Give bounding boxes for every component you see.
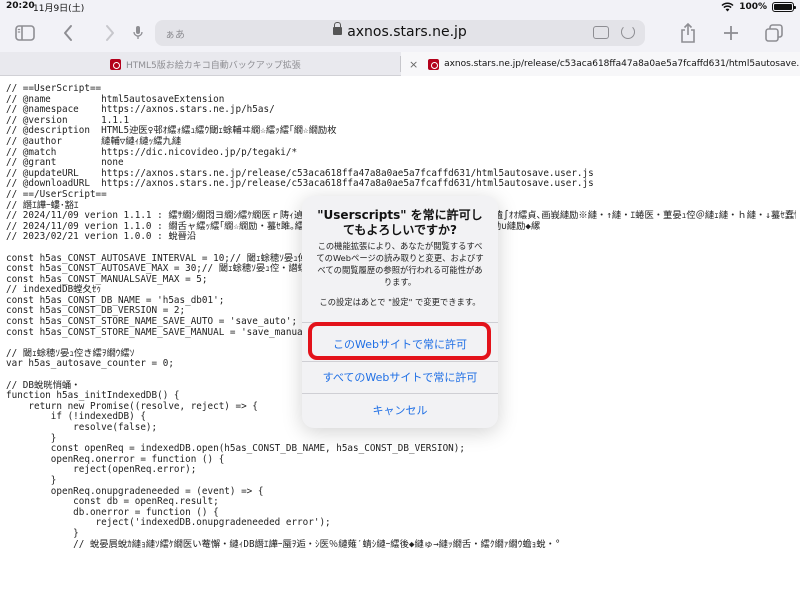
battery-icon [772,2,796,12]
code-line: } [6,527,79,539]
code-line: reject('indexedDB.onupgradeneeded error'… [6,517,331,529]
extension-icon[interactable] [593,26,609,39]
code-line: reject(openReq.error); [6,464,197,476]
status-bar: 20:20 11月9日(土) 100% [0,0,800,14]
dialog-message: この機能拡張により、あなたが閲覧するすべてのWebページの読み取りと変更、および… [316,241,484,287]
plus-icon [724,26,738,40]
close-icon[interactable]: × [409,58,418,71]
battery-percent: 100% [739,2,767,12]
code-line: // @downloadURL https://axnos.stars.ne.j… [6,178,594,190]
sidebar-button[interactable] [12,20,38,46]
code-line: // @author 縺輔▽縺ｨ縺ｯ繧九縺 [6,135,182,147]
tab-html5-backup[interactable]: HTML5版お絵カキコ自動バックアップ拡張 [110,52,301,76]
cancel-button[interactable]: キャンセル [302,393,498,426]
status-right: 100% [721,2,796,12]
tab-title: HTML5版お絵カキコ自動バックアップ拡張 [126,60,301,71]
tab-title: axnos.stars.ne.jp/release/c53aca618ffa47… [444,59,800,69]
chevron-right-icon [106,25,114,41]
code-line: } [6,474,57,486]
battery-level [774,4,792,10]
new-tab-button[interactable] [720,20,742,46]
sidebar-icon [15,25,35,41]
favicon-icon [428,58,440,70]
dialog-title: "Userscripts" を常に許可してもよろしいですか? [317,208,483,237]
browser-toolbar: ぁあ axnos.stars.ne.jp [0,14,800,52]
code-line: // 蛻晏屓蛻ｶ縺ｮ縺ｿ繧ｹ繝医い菴懈・縺ｨDB譖ｴ譁ｰ蜃ｦ逅・ｼ医％縺薙′蜻ｼ… [6,538,561,550]
share-icon [681,23,695,43]
dialog-note: この設定はあとで "設定" で変更できます。 [319,297,481,307]
tabs-icon [765,24,783,42]
chevron-left-icon [64,25,72,41]
reload-icon[interactable] [621,25,635,39]
wifi-icon [721,2,734,12]
tabs-overview-button[interactable] [762,20,786,46]
permission-dialog: "Userscripts" を常に許可してもよろしいですか? この機能拡張により… [302,196,498,428]
allow-all-sites-button[interactable]: すべてのWebサイトで常に許可 [302,360,498,393]
lock-icon [333,22,343,35]
share-button[interactable] [676,20,700,46]
microphone-button[interactable] [128,20,148,46]
tab-bar: HTML5版お絵カキコ自動バックアップ拡張 × axnos.stars.ne.j… [0,52,800,76]
status-date: 11月9日(土) [33,4,85,14]
favicon-icon [110,58,121,70]
microphone-icon [133,26,143,39]
back-button[interactable] [58,20,78,46]
forward-button[interactable] [100,20,120,46]
tab-userscript-source[interactable]: × axnos.stars.ne.jp/release/c53aca618ffa… [401,52,800,76]
code-line: // ==UserScript== [6,84,102,94]
address-bar[interactable]: ぁあ axnos.stars.ne.jp [155,20,645,46]
code-line: // @match https://dic.nicovideo.jp/p/teg… [6,146,298,158]
highlight-annotation [308,322,491,360]
url-text: axnos.stars.ne.jp [347,24,467,40]
status-time: 20:20 [6,1,35,11]
url-display[interactable]: axnos.stars.ne.jp [155,22,645,40]
